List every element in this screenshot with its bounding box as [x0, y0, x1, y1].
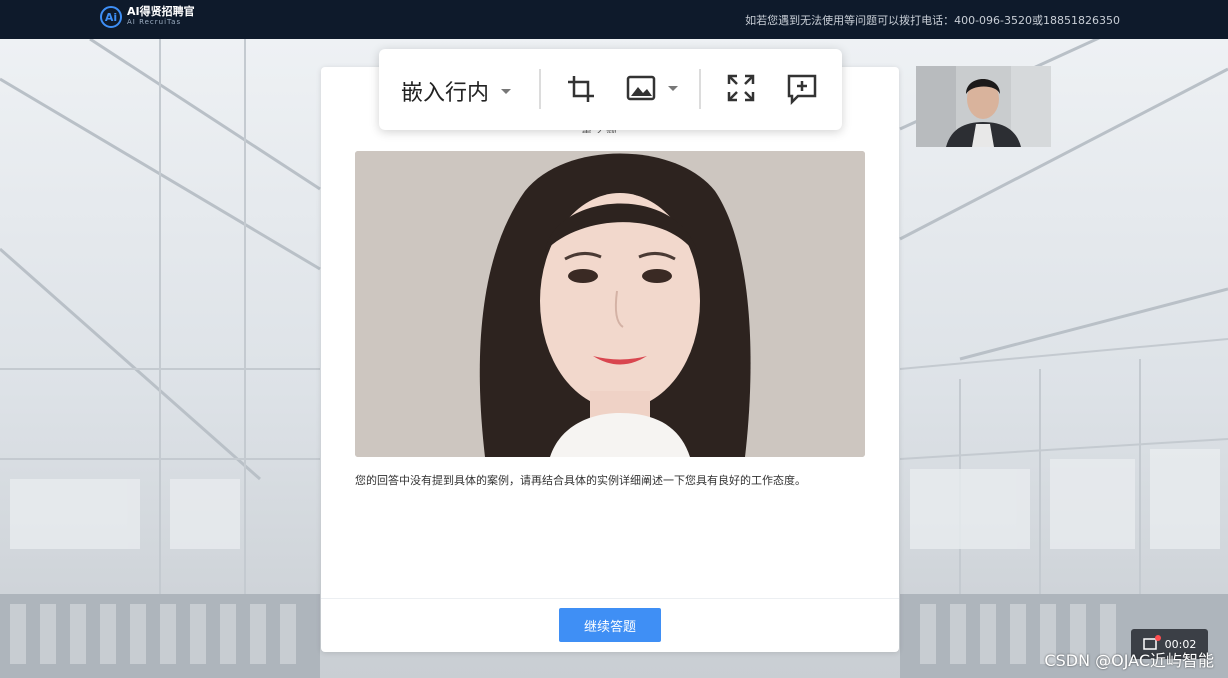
- logo-title: AI得贤招聘官: [127, 5, 195, 18]
- image-toolbar: 嵌入行内: [379, 49, 842, 130]
- image-dropdown[interactable]: [626, 73, 678, 103]
- question-image[interactable]: [355, 151, 865, 457]
- record-dot: [1154, 635, 1161, 641]
- toolbar-divider: [699, 69, 701, 109]
- candidate-camera-feed: [916, 66, 1051, 147]
- logo-mark-icon: Ai: [100, 6, 122, 28]
- logo-subtitle: AI RecruiTas: [127, 18, 182, 26]
- image-icon: [626, 75, 656, 101]
- support-hotline: 如若您遇到无法使用等问题可以拨打电话：400-096-3520或18851826…: [745, 14, 1120, 27]
- crop-icon[interactable]: [565, 73, 597, 109]
- chevron-down-icon: [668, 85, 678, 91]
- add-comment-icon[interactable]: [786, 73, 818, 109]
- question-card: 第 2 题 您的回答中没有提到具体的案例，请再结合具体的实例详细阐述一下您具有良…: [321, 67, 899, 652]
- toolbar-divider: [539, 69, 541, 109]
- continue-answer-button[interactable]: 继续答题: [559, 608, 661, 642]
- chevron-down-icon: [501, 88, 512, 94]
- layout-label: 嵌入行内: [401, 81, 490, 106]
- logo: Ai AI得贤招聘官 AI RecruiTas: [100, 6, 195, 28]
- watermark: CSDN @OJAC近屿智能: [1044, 651, 1214, 670]
- divider: [321, 598, 899, 599]
- top-bar: Ai AI得贤招聘官 AI RecruiTas 如若您遇到无法使用等问题可以拨打…: [0, 0, 1228, 39]
- fullscreen-icon[interactable]: [726, 73, 756, 107]
- question-text: 您的回答中没有提到具体的案例，请再结合具体的实例详细阐述一下您具有良好的工作态度…: [355, 474, 806, 487]
- layout-dropdown[interactable]: 嵌入行内: [401, 75, 512, 107]
